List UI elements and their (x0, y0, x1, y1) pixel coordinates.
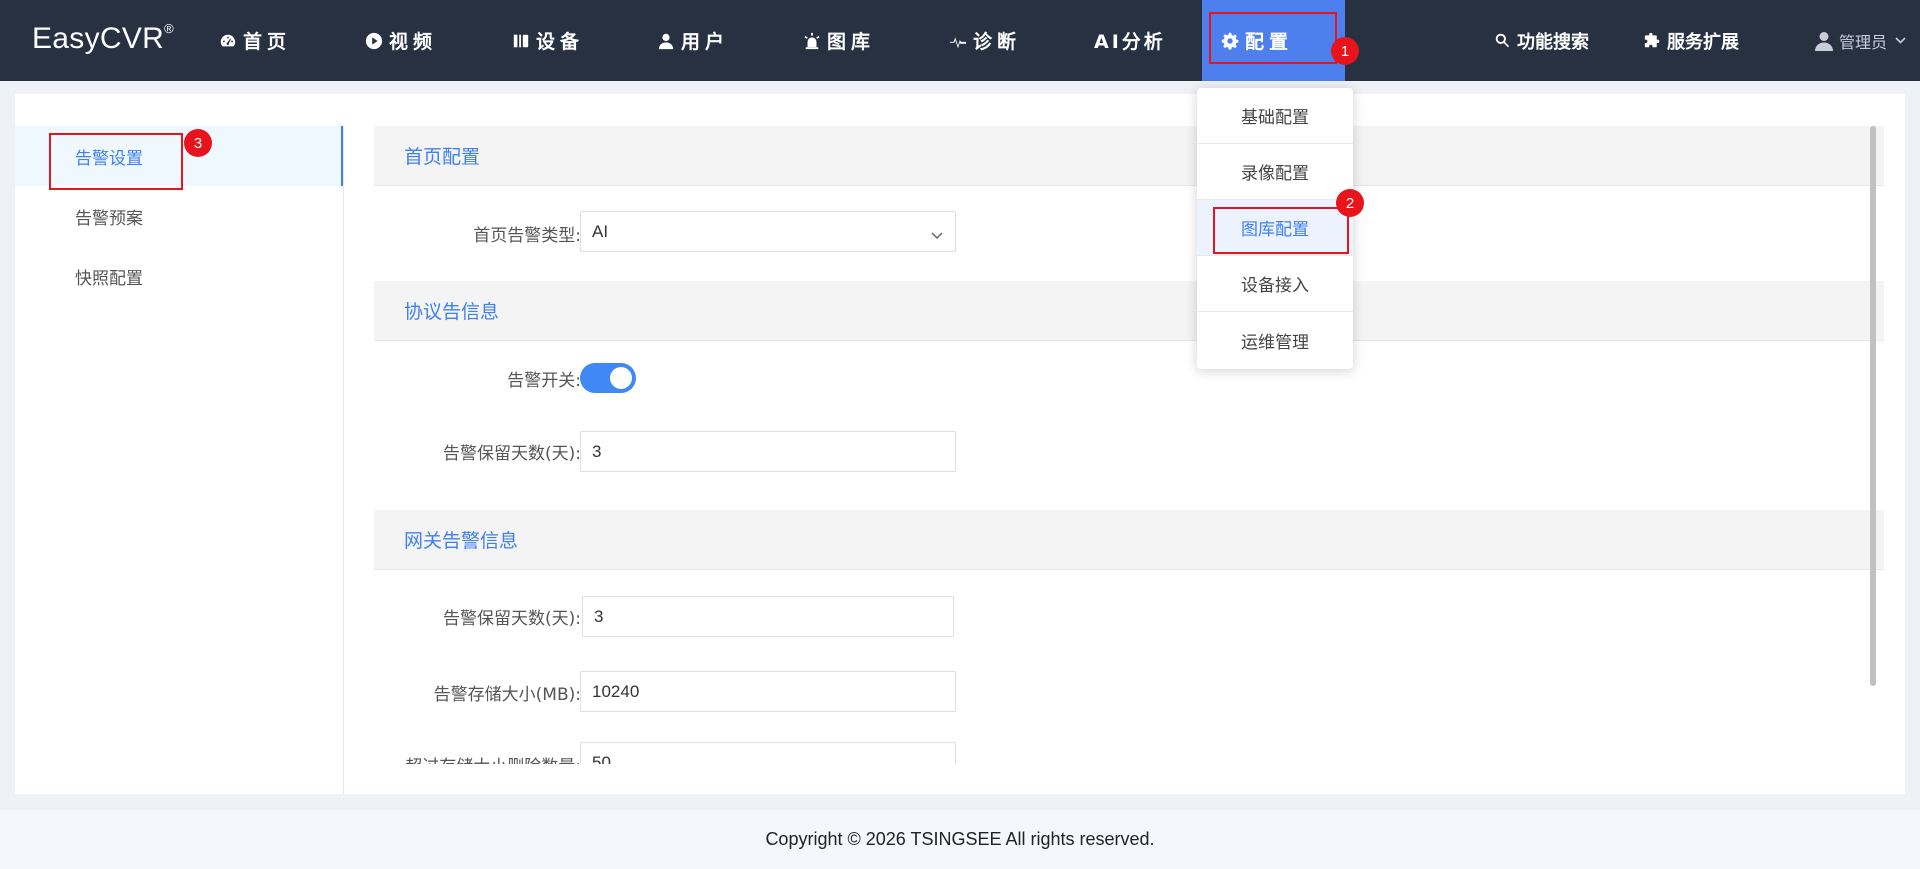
home-alarm-type-select[interactable]: AI (580, 211, 956, 252)
sidebar-item-label: 告警预案 (75, 208, 143, 229)
menu-item-basic-config[interactable]: 基础配置 (1197, 88, 1353, 144)
chevron-down-icon (1895, 37, 1906, 44)
protocol-retention-days-input[interactable]: 3 (580, 431, 956, 472)
nav-item-gallery[interactable]: 图库 (802, 0, 875, 81)
section-home-config: 首页配置 (374, 126, 1884, 186)
nav-item-device[interactable]: 设备 (511, 0, 584, 81)
menu-item-recording-config[interactable]: 录像配置 (1197, 144, 1353, 200)
puzzle-icon (1644, 32, 1661, 49)
settings-content: 首页配置 首页告警类型: AI 协议告信息 告警开关: 告警保留天数(天): 3… (374, 126, 1884, 764)
settings-sidebar: 告警设置 告警预案 快照配置 (15, 126, 344, 794)
nav-label: 诊断 (973, 31, 1022, 53)
nav-item-diagnose[interactable]: 诊断 (948, 0, 1021, 81)
gateway-delete-count-input[interactable]: 50 (580, 742, 956, 764)
top-navbar: EasyCVR® 首页 视频 设备 用户 图库 诊断 AI分析 配置 功能搜索 … (0, 0, 1920, 81)
gateway-retention-days-input[interactable]: 3 (582, 596, 954, 637)
chevron-down-icon (931, 225, 943, 245)
nav-label: 用户 (681, 31, 730, 53)
dashboard-icon (218, 31, 238, 51)
toggle-knob (610, 367, 632, 389)
device-icon (511, 31, 531, 51)
settings-card: 告警设置 告警预案 快照配置 首页配置 首页告警类型: AI 协议告信息 告警开… (15, 94, 1905, 794)
annotation-box-gallery-config (1213, 207, 1349, 254)
nav-item-home[interactable]: 首页 (218, 0, 291, 81)
section-gateway-alarm: 网关告警信息 (374, 510, 1884, 570)
annotation-box-config (1209, 12, 1337, 64)
alarm-switch-toggle[interactable] (580, 363, 636, 393)
pulse-icon (948, 31, 968, 51)
nav-item-video[interactable]: 视频 (364, 0, 437, 81)
form-row-gateway-retention: 告警保留天数(天): 3 (374, 570, 1884, 645)
field-label: 告警开关: (507, 371, 581, 391)
form-row-alarm-switch: 告警开关: (374, 341, 1884, 416)
annotation-box-alarm-settings (49, 133, 183, 190)
nav-item-user[interactable]: 用户 (656, 0, 729, 81)
content-scrollbar[interactable] (1870, 126, 1876, 686)
nav-label: 视频 (389, 31, 438, 53)
nav-item-ai-analysis[interactable]: AI分析 (1094, 0, 1166, 81)
avatar-icon (1814, 31, 1833, 51)
copyright-text: Copyright © 2026 TSINGSEE All rights res… (765, 829, 1155, 849)
menu-item-ops-management[interactable]: 运维管理 (1197, 312, 1353, 368)
service-extension-button[interactable]: 服务扩展 (1644, 0, 1739, 81)
sidebar-item-alarm-plan[interactable]: 告警预案 (15, 186, 343, 246)
field-label: 告警存储大小(MB): (433, 684, 581, 705)
form-row-gateway-delete-count: 超过存储大小删除数量: 50 (374, 720, 1884, 764)
camera-alarm-icon (802, 31, 822, 51)
nav-label: 首页 (243, 31, 292, 53)
sidebar-item-label: 快照配置 (75, 268, 143, 289)
search-icon (1494, 32, 1511, 49)
annotation-badge-3: 3 (184, 129, 212, 157)
nav-label: AI分析 (1094, 31, 1166, 53)
field-label: 告警保留天数(天): (443, 443, 581, 464)
field-label: 首页告警类型: (473, 226, 581, 246)
form-row-protocol-retention: 告警保留天数(天): 3 (374, 416, 1884, 510)
sidebar-item-snapshot-config[interactable]: 快照配置 (15, 246, 343, 306)
feature-search-button[interactable]: 功能搜索 (1494, 0, 1589, 81)
section-protocol-alarm: 协议告信息 (374, 281, 1884, 341)
form-row-home-alarm-type: 首页告警类型: AI (374, 186, 1884, 281)
page-footer: Copyright © 2026 TSINGSEE All rights res… (0, 810, 1920, 869)
gateway-storage-size-input[interactable]: 10240 (580, 671, 956, 712)
app-logo[interactable]: EasyCVR® (32, 21, 174, 56)
annotation-badge-1: 1 (1331, 37, 1359, 65)
menu-item-device-access[interactable]: 设备接入 (1197, 256, 1353, 312)
form-row-gateway-storage: 告警存储大小(MB): 10240 (374, 645, 1884, 720)
user-icon (656, 31, 676, 51)
field-label: 超过存储大小删除数量: (405, 742, 581, 765)
nav-label: 设备 (536, 31, 585, 53)
play-icon (364, 31, 384, 51)
nav-label: 图库 (827, 31, 876, 53)
user-menu[interactable]: 管理员 (1814, 0, 1906, 81)
user-name: 管理员 (1838, 32, 1887, 52)
annotation-badge-2: 2 (1336, 189, 1364, 217)
